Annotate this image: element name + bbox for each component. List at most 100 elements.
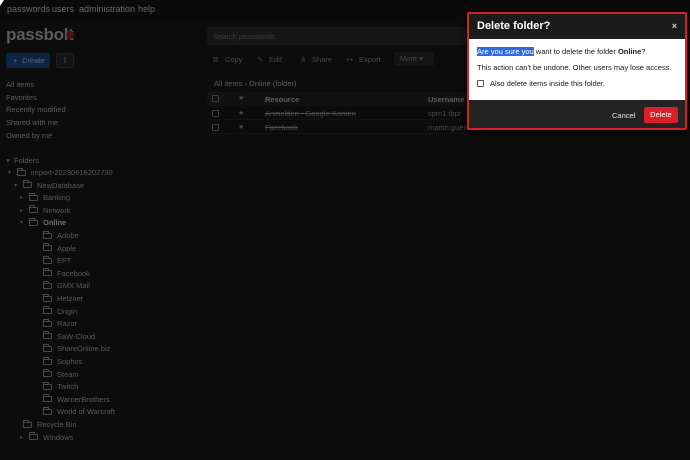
favorite-star-icon[interactable]: ★	[238, 109, 244, 117]
folder-tree-item[interactable]: Sophos	[34, 356, 83, 369]
warning-text: This action can't be undone. Other users…	[477, 63, 672, 72]
folder-tree-item[interactable]: Razor	[34, 318, 77, 331]
copy-button[interactable]: ⧉ Copy	[213, 55, 243, 65]
delete-items-checkbox[interactable]	[477, 80, 484, 87]
export-button[interactable]: ↦ Export	[347, 55, 381, 64]
select-all-checkbox[interactable]	[212, 95, 219, 102]
folder-tree-item[interactable]: Steam	[34, 369, 79, 382]
delete-items-option[interactable]: Also delete items inside this folder.	[477, 79, 677, 88]
filter-shared-with-me[interactable]: Shared with me	[6, 117, 66, 130]
table-row[interactable]: ★ Facebook martin.guen	[207, 121, 469, 134]
folder-label: Facebook	[57, 268, 90, 278]
folder-tree-item[interactable]: ▸ Banking	[20, 192, 71, 205]
filter-favorites[interactable]: Favorites	[6, 92, 66, 105]
delete-button[interactable]: Delete	[644, 107, 678, 123]
folder-tree-item[interactable]: ▸ Windows	[20, 432, 73, 445]
chevron-right-icon[interactable]: ▸	[20, 207, 29, 214]
folder-tree-item[interactable]: Twitch	[34, 381, 78, 394]
folder-tree-item[interactable]: Origin	[34, 306, 77, 319]
share-icon: ⋔	[300, 55, 307, 64]
folder-tree-item[interactable]: Adobe	[34, 230, 79, 243]
favorite-star-icon[interactable]: ★	[238, 123, 244, 131]
folder-label: Banking	[43, 193, 71, 203]
chevron-down-icon[interactable]: ▾	[20, 219, 29, 226]
folder-icon	[43, 255, 52, 264]
row-resource: Anmelden - Google-Konten	[265, 109, 356, 118]
nav-users[interactable]: users	[52, 4, 74, 14]
row-username: spm1.tbpr	[428, 109, 462, 118]
nav-administration[interactable]: administration	[79, 4, 135, 14]
folder-tree-item[interactable]: ▾ NewDatabase	[14, 180, 84, 193]
folder-tree-item[interactable]: Apple	[34, 243, 77, 256]
edit-button[interactable]: ✎ Edit	[257, 55, 282, 64]
folder-label: GMX Mail	[57, 281, 90, 291]
delete-items-label[interactable]: Also delete items inside this folder.	[490, 79, 605, 88]
folder-label: Recycle Bin	[37, 420, 77, 429]
column-username[interactable]: Username	[428, 95, 464, 104]
chevron-right-icon[interactable]: ▸	[20, 194, 29, 201]
more-button[interactable]: More ▾	[394, 52, 434, 66]
folder-icon	[43, 280, 52, 289]
folder-label: Steam	[57, 369, 79, 379]
folder-tree-item[interactable]: ShareOnline.biz	[34, 343, 110, 356]
folder-icon	[29, 205, 38, 214]
dialog-body: Are you sure you want to delete the fold…	[469, 39, 685, 100]
mouse-cursor-icon	[0, 0, 4, 6]
breadcrumb: All items › Online (folder)	[214, 79, 297, 88]
folder-label: WarnerBrothers	[57, 394, 110, 404]
folder-icon	[29, 432, 38, 441]
delete-folder-dialog: Delete folder? × Are you sure you want t…	[467, 12, 687, 130]
create-button[interactable]: + Create	[6, 53, 50, 68]
search-input[interactable]	[207, 27, 469, 45]
folder-icon	[17, 167, 26, 176]
cancel-button[interactable]: Cancel	[612, 111, 635, 120]
filter-all-items[interactable]: All items	[6, 79, 66, 92]
folder-tree-item[interactable]: World of Warcraft	[34, 406, 115, 419]
create-button-label: Create	[22, 56, 45, 65]
export-label: Export	[359, 55, 381, 64]
nav-passwords[interactable]: passwords	[7, 4, 50, 14]
folder-name: Online	[617, 47, 642, 56]
chevron-down-icon: ▾	[6, 156, 10, 165]
folder-tree-item[interactable]: Facebook	[34, 268, 90, 281]
chevron-right-icon[interactable]: ▸	[20, 434, 29, 441]
row-checkbox[interactable]	[212, 110, 219, 117]
folders-section-header[interactable]: ▾ Folders	[6, 156, 39, 165]
folder-icon	[43, 356, 52, 365]
folder-tree-item[interactable]: Hetzner	[34, 293, 83, 306]
table-header: ★ Resource Username	[207, 92, 469, 106]
upload-button[interactable]: ⇪	[56, 53, 74, 68]
folder-label: Sophos	[57, 357, 83, 366]
folder-label: Apple	[57, 243, 77, 253]
row-checkbox[interactable]	[212, 124, 219, 131]
share-button[interactable]: ⋔ Share	[300, 55, 332, 64]
close-icon[interactable]: ×	[672, 14, 677, 39]
folder-tree-item[interactable]: WarnerBrothers	[34, 394, 110, 407]
folder-tree-item[interactable]: ▾ Online	[20, 217, 66, 230]
filter-owned-by-me[interactable]: Owned by me	[6, 130, 66, 143]
filter-recently-modified[interactable]: Recently modified	[6, 104, 66, 117]
folder-tree-item[interactable]: SaW-Cloud	[34, 331, 95, 344]
nav-help[interactable]: help	[138, 4, 155, 14]
folder-icon	[43, 318, 52, 327]
folder-label: Adobe	[57, 231, 79, 240]
dialog-title: Delete folder? ×	[469, 14, 685, 39]
folder-icon	[43, 243, 52, 252]
favorite-column-icon: ★	[238, 95, 245, 102]
chevron-down-icon[interactable]: ▾	[14, 182, 23, 189]
copy-label: Copy	[225, 55, 243, 64]
folder-icon	[23, 180, 32, 189]
folder-tree-item[interactable]: Recycle Bin	[14, 419, 77, 432]
chevron-down-icon[interactable]: ▾	[8, 169, 17, 176]
question-end: ?	[641, 47, 646, 56]
folder-tree-item[interactable]: ▾ import-20230616202730	[8, 167, 113, 180]
folder-tree-item[interactable]: EFT	[34, 255, 71, 268]
plus-icon: +	[13, 56, 18, 65]
logo-mark-icon	[66, 31, 74, 39]
folder-tree-item[interactable]: GMX Mail	[34, 280, 90, 293]
column-resource[interactable]: Resource	[265, 95, 299, 104]
folder-tree-item[interactable]: ▸ Network	[20, 205, 71, 218]
table-row[interactable]: ★ Anmelden - Google-Konten spm1.tbpr	[207, 107, 469, 120]
folder-icon	[29, 192, 38, 201]
folder-icon	[43, 394, 52, 403]
